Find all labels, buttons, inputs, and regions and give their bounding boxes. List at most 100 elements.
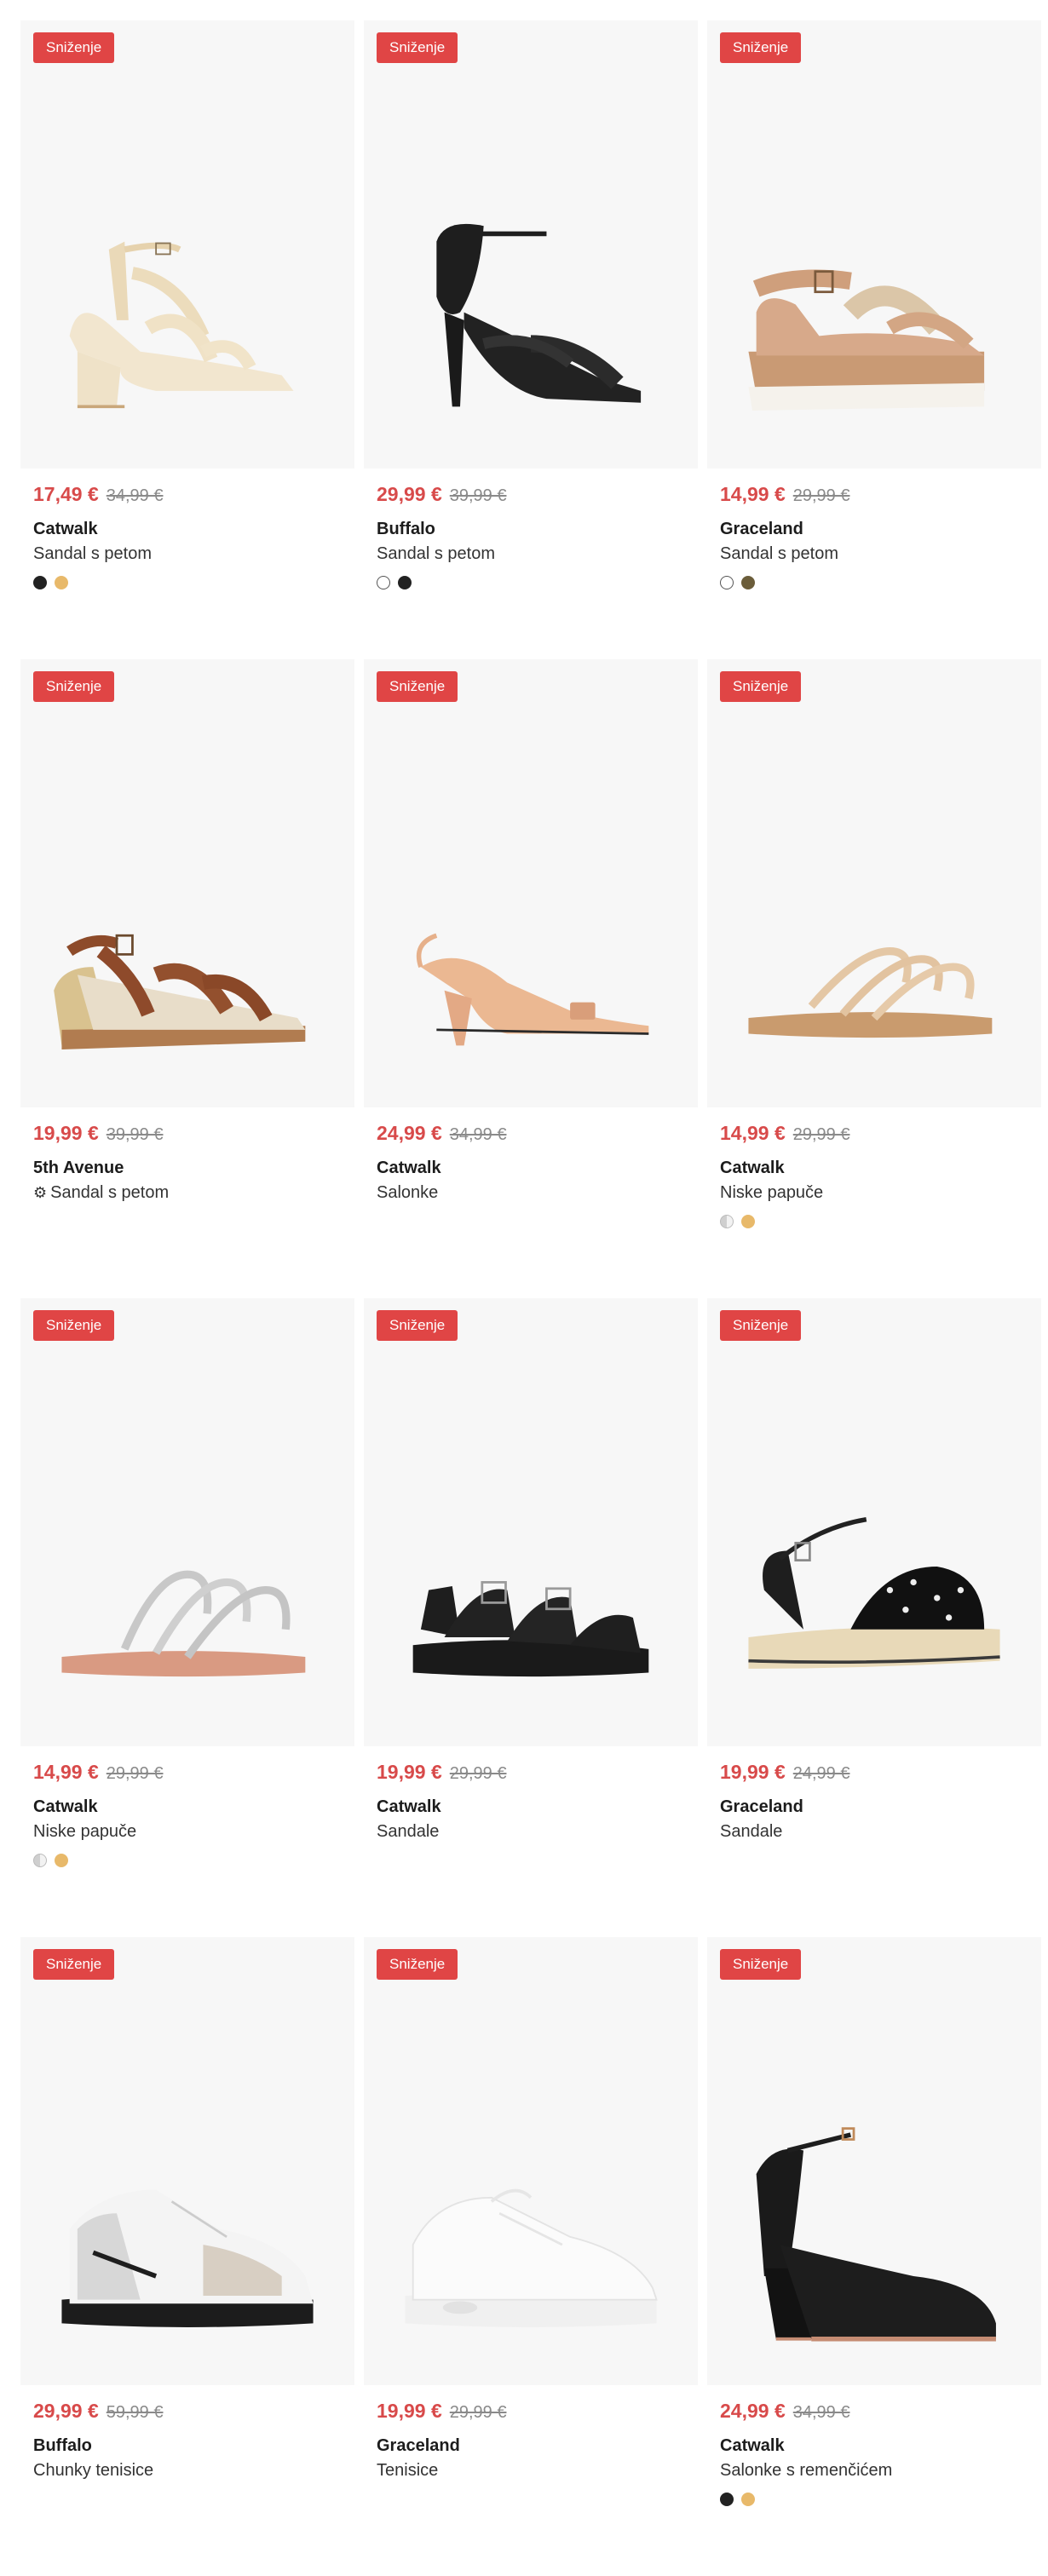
color-swatch[interactable] bbox=[55, 576, 68, 589]
product-brand[interactable]: Buffalo bbox=[377, 520, 698, 539]
shoe-image bbox=[61, 2189, 314, 2327]
product-name-row[interactable]: Sandal s petom bbox=[33, 544, 354, 564]
product-name-row[interactable]: Salonke s remenčićem bbox=[720, 2461, 1041, 2481]
product-name-row[interactable]: Sandale bbox=[377, 1822, 698, 1842]
shoe-image bbox=[748, 1516, 1000, 1669]
product-card[interactable]: Sniženje 14,99 € 29,99 € Catwalk Niske p… bbox=[707, 659, 1041, 1298]
original-price: 39,99 € bbox=[106, 1125, 164, 1144]
product-name-row[interactable]: Sandal s petom bbox=[720, 544, 1041, 564]
original-price: 39,99 € bbox=[449, 486, 507, 505]
sale-price: 19,99 € bbox=[720, 1761, 786, 1783]
product-name[interactable]: Salonke bbox=[377, 1183, 438, 1203]
sale-badge: Sniženje bbox=[33, 1310, 115, 1341]
color-swatch[interactable] bbox=[33, 1854, 47, 1867]
product-name-row[interactable]: Niske papuče bbox=[720, 1183, 1041, 1203]
product-name-row[interactable]: Sandal s petom bbox=[377, 544, 698, 564]
product-brand[interactable]: 5th Avenue bbox=[33, 1159, 354, 1178]
color-swatch[interactable] bbox=[720, 1215, 734, 1228]
product-name-row[interactable]: Salonke bbox=[377, 1183, 698, 1203]
product-name[interactable]: Sandal s petom bbox=[377, 544, 495, 564]
product-image[interactable]: Sniženje bbox=[20, 659, 354, 1107]
original-price: 29,99 € bbox=[792, 486, 850, 505]
product-name[interactable]: Niske papuče bbox=[720, 1183, 823, 1203]
color-swatch[interactable] bbox=[377, 576, 390, 589]
product-brand[interactable]: Graceland bbox=[720, 520, 1041, 539]
product-card[interactable]: Sniženje 19,99 € 29,99 € Catwalk Sandale bbox=[364, 1298, 698, 1937]
sale-badge: Sniženje bbox=[377, 32, 458, 63]
price-row: 14,99 € 29,99 € bbox=[33, 1761, 354, 1784]
original-price: 34,99 € bbox=[792, 2403, 850, 2422]
product-card[interactable]: Sniženje 17,49 € 34,99 € Catwalk Sandal … bbox=[20, 20, 354, 659]
color-swatch[interactable] bbox=[720, 576, 734, 589]
product-image[interactable]: Sniženje bbox=[364, 1298, 698, 1746]
product-card[interactable]: Sniženje 29,99 € 39,99 € Buffalo Sandal … bbox=[364, 20, 698, 659]
product-name[interactable]: Sandale bbox=[377, 1822, 439, 1842]
product-name-row[interactable]: Sandale bbox=[720, 1822, 1041, 1842]
product-name-row[interactable]: Chunky tenisice bbox=[33, 2461, 354, 2481]
product-name[interactable]: Chunky tenisice bbox=[33, 2461, 153, 2481]
color-swatch[interactable] bbox=[741, 1215, 755, 1228]
shoe-image bbox=[416, 933, 649, 1046]
shoe-image bbox=[54, 934, 306, 1049]
product-name[interactable]: Sandal s petom bbox=[33, 544, 152, 564]
sale-badge: Sniženje bbox=[720, 1949, 802, 1980]
price-row: 19,99 € 29,99 € bbox=[377, 2400, 698, 2423]
product-card[interactable]: Sniženje 14,99 € 29,99 € Graceland Sanda… bbox=[707, 20, 1041, 659]
product-name[interactable]: Sandal s petom bbox=[720, 544, 838, 564]
product-brand[interactable]: Buffalo bbox=[33, 2436, 354, 2456]
color-swatch[interactable] bbox=[720, 2493, 734, 2506]
product-image[interactable]: Sniženje bbox=[20, 1298, 354, 1746]
product-brand[interactable]: Catwalk bbox=[720, 1159, 1041, 1178]
original-price: 24,99 € bbox=[792, 1764, 850, 1783]
product-name-row[interactable]: Tenisice bbox=[377, 2461, 698, 2481]
color-swatches bbox=[720, 2493, 1041, 2506]
product-name-row[interactable]: Niske papuče bbox=[33, 1822, 354, 1842]
product-brand[interactable]: Catwalk bbox=[33, 1797, 354, 1817]
product-card[interactable]: Sniženje 19,99 € 24,99 € Graceland Sanda… bbox=[707, 1298, 1041, 1937]
product-image[interactable]: Sniženje bbox=[364, 20, 698, 469]
product-card[interactable]: Sniženje 29,99 € 59,99 € Buffalo Chunky … bbox=[20, 1937, 354, 2576]
product-brand[interactable]: Catwalk bbox=[377, 1159, 698, 1178]
product-name-row[interactable]: ⚙ Sandal s petom bbox=[33, 1183, 354, 1203]
product-name[interactable]: Niske papuče bbox=[33, 1822, 136, 1842]
shoe-image bbox=[748, 947, 993, 1038]
color-swatch[interactable] bbox=[55, 1854, 68, 1867]
product-card[interactable]: Sniženje 19,99 € 39,99 € 5th Avenue ⚙ San… bbox=[20, 659, 354, 1298]
product-card[interactable]: Sniženje 24,99 € 34,99 € Catwalk Salonke bbox=[364, 659, 698, 1298]
product-image[interactable]: Sniženje bbox=[707, 20, 1041, 469]
product-card[interactable]: Sniženje 19,99 € 29,99 € Graceland Tenis… bbox=[364, 1937, 698, 2576]
product-brand[interactable]: Graceland bbox=[720, 1797, 1041, 1817]
product-name[interactable]: Sandal s petom bbox=[50, 1183, 169, 1203]
product-image[interactable]: Sniženje bbox=[364, 1937, 698, 2385]
color-swatch[interactable] bbox=[741, 2493, 755, 2506]
product-image[interactable]: Sniženje bbox=[707, 1298, 1041, 1746]
product-brand[interactable]: Catwalk bbox=[377, 1797, 698, 1817]
shoe-image bbox=[412, 1581, 649, 1677]
product-name[interactable]: Tenisice bbox=[377, 2461, 438, 2481]
sale-price: 29,99 € bbox=[33, 2400, 99, 2422]
sale-price: 14,99 € bbox=[720, 483, 786, 505]
product-image[interactable]: Sniženje bbox=[707, 659, 1041, 1107]
product-card[interactable]: Sniženje 14,99 € 29,99 € Catwalk Niske p… bbox=[20, 1298, 354, 1937]
original-price: 34,99 € bbox=[449, 1125, 507, 1144]
product-image[interactable]: Sniženje bbox=[20, 20, 354, 469]
product-image[interactable]: Sniženje bbox=[364, 659, 698, 1107]
price-row: 19,99 € 29,99 € bbox=[377, 1761, 698, 1784]
shoe-image bbox=[405, 2188, 658, 2327]
product-name[interactable]: Sandale bbox=[720, 1822, 782, 1842]
sale-badge: Sniženje bbox=[720, 1310, 802, 1341]
sale-price: 17,49 € bbox=[33, 483, 99, 505]
product-brand[interactable]: Catwalk bbox=[33, 520, 354, 539]
product-name[interactable]: Salonke s remenčićem bbox=[720, 2461, 892, 2481]
price-row: 17,49 € 34,99 € bbox=[33, 483, 354, 506]
color-swatch[interactable] bbox=[33, 576, 47, 589]
product-brand[interactable]: Graceland bbox=[377, 2436, 698, 2456]
sale-badge: Sniženje bbox=[377, 671, 458, 702]
color-swatch[interactable] bbox=[398, 576, 412, 589]
color-swatches bbox=[33, 1854, 354, 1867]
product-card[interactable]: Sniženje 24,99 € 34,99 € Catwalk Salonke… bbox=[707, 1937, 1041, 2576]
product-brand[interactable]: Catwalk bbox=[720, 2436, 1041, 2456]
product-image[interactable]: Sniženje bbox=[707, 1937, 1041, 2385]
color-swatch[interactable] bbox=[741, 576, 755, 589]
product-image[interactable]: Sniženje bbox=[20, 1937, 354, 2385]
